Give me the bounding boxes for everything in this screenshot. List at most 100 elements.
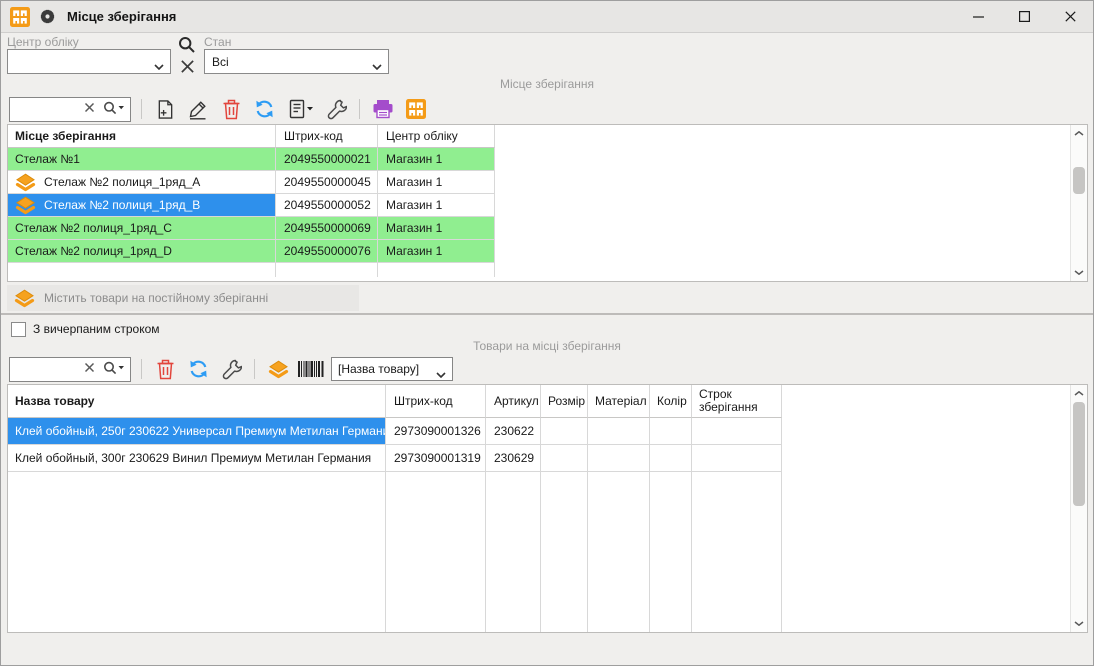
service-button[interactable] <box>323 96 349 122</box>
column-header[interactable]: Штрих-код <box>276 125 378 148</box>
layers-icon <box>15 196 36 215</box>
storage-table-row[interactable]: Стелаж №12049550000021Магазин 1 <box>8 148 1070 171</box>
refresh-icon <box>188 359 209 379</box>
column-header[interactable]: Назва товару <box>8 385 386 418</box>
goods-cell: Клей обойный, 300г 230629 Винил Премиум … <box>8 445 386 472</box>
barcode-cell: 2049550000045 <box>276 171 378 194</box>
goods-cell <box>588 418 650 445</box>
maximize-button[interactable] <box>1001 1 1047 32</box>
goods-table-row[interactable]: Клей обойный, 250г 230622 Универсал Прем… <box>8 418 1070 445</box>
empty-cell <box>495 148 1070 171</box>
layers-icon <box>268 360 289 379</box>
empty-cell <box>782 418 1070 445</box>
empty-cell <box>782 445 1070 472</box>
layers-icon <box>15 173 36 192</box>
storage-table-row[interactable]: Стелаж №2 полиця_1ряд_C2049550000069Мага… <box>8 217 1070 240</box>
trash-icon <box>222 99 241 120</box>
goods-toolbar: [Назва товару] <box>1 354 1093 384</box>
close-button[interactable] <box>1047 1 1093 32</box>
barcode-icon <box>298 361 324 377</box>
refresh-button[interactable] <box>185 356 211 382</box>
goods-cell <box>692 418 782 445</box>
goods-search-input[interactable] <box>9 357 131 382</box>
center-cell: Магазин 1 <box>378 217 495 240</box>
scroll-up-button[interactable] <box>1071 125 1087 142</box>
scroll-down-button[interactable] <box>1071 264 1087 281</box>
refresh-button[interactable] <box>251 96 277 122</box>
group-by-combobox[interactable]: [Назва товару] <box>331 357 453 381</box>
barcode-cell: 2049550000021 <box>276 148 378 171</box>
legend-label: Містить товари на постійному зберіганні <box>44 291 268 305</box>
goods-cell <box>692 445 782 472</box>
wrench-icon <box>221 359 242 380</box>
goods-cell: 2973090001319 <box>386 445 486 472</box>
state-combobox[interactable]: Всі <box>204 49 389 74</box>
scrollbar-thumb[interactable] <box>1073 402 1085 506</box>
storage-toolbar <box>1 94 1093 124</box>
toolbar-separator <box>141 359 142 379</box>
goods-cell: 230622 <box>486 418 541 445</box>
storage-table-row[interactable]: Стелаж №2 полиця_1ряд_A2049550000045Мага… <box>8 171 1070 194</box>
column-header[interactable]: Місце зберігання <box>8 125 276 148</box>
expired-checkbox-label: З вичерпаним строком <box>33 322 160 336</box>
add-button[interactable] <box>152 96 178 122</box>
permanent-goods-button[interactable] <box>265 356 291 382</box>
goods-cell <box>541 445 588 472</box>
filter-bar: Центр обліку Стан Всі <box>1 33 1093 77</box>
report-button[interactable] <box>284 96 316 122</box>
search-icon[interactable] <box>103 361 125 378</box>
goods-cell <box>541 418 588 445</box>
expired-checkbox[interactable] <box>11 322 26 337</box>
layers-icon <box>14 289 35 308</box>
toolbar-separator <box>141 99 142 119</box>
clipboard-list-icon <box>287 99 314 119</box>
column-header[interactable]: Центр обліку <box>378 125 495 148</box>
window-bottom-space <box>1 633 1093 666</box>
chevron-down-icon <box>372 59 382 73</box>
service-button[interactable] <box>218 356 244 382</box>
minimize-button[interactable] <box>955 1 1001 32</box>
horizontal-separator <box>1 313 1093 315</box>
storage-section-title: Місце зберігання <box>1 77 1093 91</box>
edit-button[interactable] <box>185 96 211 122</box>
clear-search-icon[interactable] <box>84 362 95 376</box>
scrollbar-thumb[interactable] <box>1073 167 1085 194</box>
storage-table: Місце зберігання Штрих-код Центр обліку … <box>7 124 1088 282</box>
filter-clear-icon[interactable] <box>177 56 197 76</box>
search-icon[interactable] <box>103 101 125 118</box>
column-header[interactable]: Колір <box>650 385 692 418</box>
column-header[interactable]: Розмір <box>541 385 588 418</box>
settings-gear-icon[interactable] <box>39 8 56 25</box>
barcode-button[interactable] <box>298 356 324 382</box>
expired-filter-row: З вичерпаним строком <box>11 321 1093 337</box>
goods-cell <box>650 418 692 445</box>
window-title: Місце зберігання <box>67 9 176 24</box>
filter-search-icon[interactable] <box>177 35 197 55</box>
print-button[interactable] <box>370 96 396 122</box>
toolbar-separator <box>359 99 360 119</box>
storage-table-row[interactable]: Стелаж №2 полиця_1ряд_D2049550000076Мага… <box>8 240 1070 263</box>
storage-rack-icon <box>406 99 426 119</box>
scroll-up-button[interactable] <box>1071 385 1087 402</box>
goods-table: Назва товару Штрих-код Артикул Розмір Ма… <box>7 384 1088 633</box>
goods-vertical-scrollbar[interactable] <box>1070 385 1087 632</box>
center-cell: Магазин 1 <box>378 194 495 217</box>
clear-search-icon[interactable] <box>84 102 95 116</box>
column-header[interactable]: Матеріал <box>588 385 650 418</box>
column-header[interactable]: Артикул <box>486 385 541 418</box>
storage-vertical-scrollbar[interactable] <box>1070 125 1087 281</box>
storage-search-input[interactable] <box>9 97 131 122</box>
column-header[interactable]: Строк зберігання <box>692 385 782 418</box>
column-header[interactable]: Штрих-код <box>386 385 486 418</box>
center-combobox[interactable] <box>7 49 171 74</box>
delete-button[interactable] <box>218 96 244 122</box>
empty-header-space <box>782 385 1070 418</box>
storage-name-cell: Стелаж №2 полиця_1ряд_D <box>8 240 276 263</box>
goods-table-row[interactable]: Клей обойный, 300г 230629 Винил Премиум … <box>8 445 1070 472</box>
center-cell: Магазин 1 <box>378 148 495 171</box>
storage-table-row[interactable]: Стелаж №2 полиця_1ряд_B2049550000052Мага… <box>8 194 1070 217</box>
toolbar-separator <box>254 359 255 379</box>
scroll-down-button[interactable] <box>1071 615 1087 632</box>
delete-button[interactable] <box>152 356 178 382</box>
storage-scheme-button[interactable] <box>403 96 429 122</box>
